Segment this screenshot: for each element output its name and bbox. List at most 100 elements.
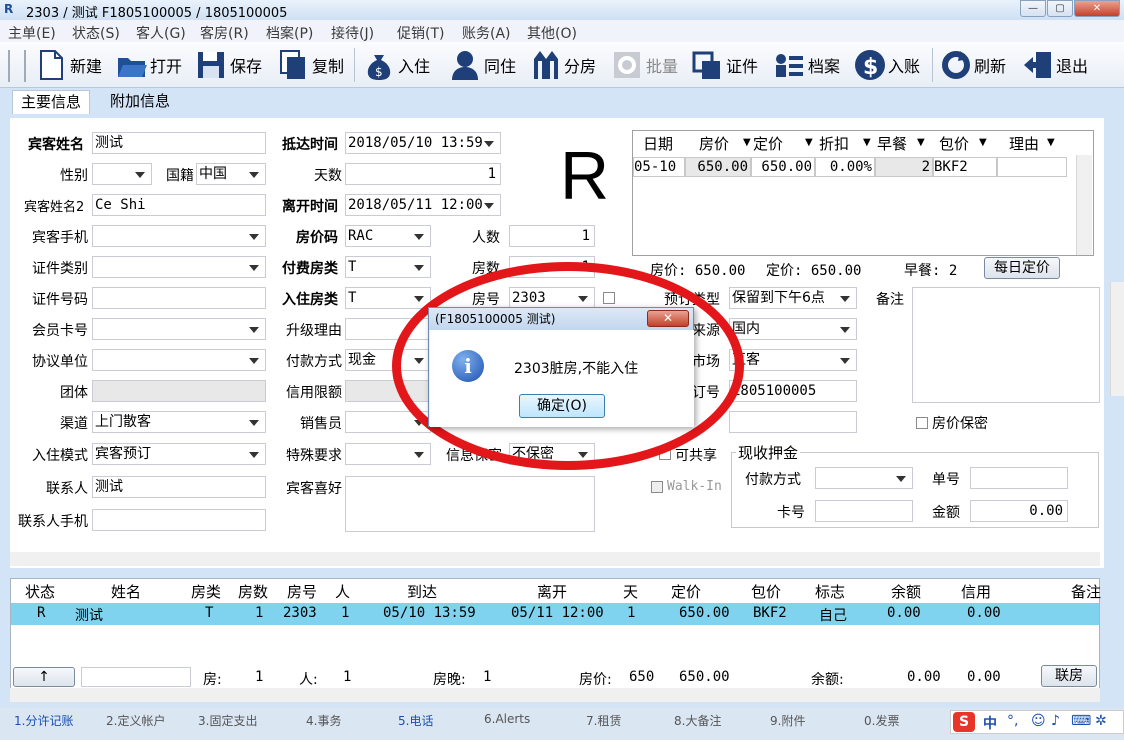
contact-mobile-input[interactable]: [92, 509, 266, 531]
rate-col-breakfast[interactable]: 早餐: [877, 133, 907, 155]
table-row[interactable]: R 测试 T 1 2303 1 05/10 13:59 05/11 12:00 …: [11, 603, 1099, 625]
arrival-datetime[interactable]: 2018/05/10 13:59: [345, 132, 501, 154]
rate-col-rate[interactable]: 房价: [699, 133, 729, 155]
exit-button[interactable]: 退出: [1022, 47, 1088, 83]
deposit-pay-select[interactable]: [815, 467, 913, 489]
ratecode-select[interactable]: RAC: [345, 225, 431, 247]
menu-item-reception[interactable]: 接待(J): [331, 23, 374, 43]
daily-rate-button[interactable]: 每日定价: [984, 257, 1060, 279]
gender-select[interactable]: [92, 163, 152, 185]
checkin-button[interactable]: $ 入住: [364, 47, 430, 83]
deposit-amount-input[interactable]: 0.00: [970, 500, 1068, 522]
ime-mic-icon[interactable]: ♪: [1051, 713, 1060, 729]
idtype-select[interactable]: [92, 256, 266, 278]
id-card-button[interactable]: 证件: [692, 47, 758, 83]
deposit-no-input[interactable]: [970, 467, 1068, 489]
bottom-tab-2[interactable]: 2.定义帐户: [106, 712, 165, 729]
copy-button[interactable]: 复制: [278, 47, 344, 83]
grid-col-arrival[interactable]: 到达: [407, 581, 437, 602]
grid-col-remark[interactable]: 备注: [1071, 581, 1101, 602]
grid-col-roomno[interactable]: 房号: [287, 581, 317, 602]
rate-col-price[interactable]: 定价: [753, 133, 783, 155]
ime-emoji-icon[interactable]: ☺: [1031, 713, 1046, 729]
walkin-checkbox[interactable]: [651, 481, 663, 493]
room-type-select[interactable]: T: [345, 287, 431, 309]
rate-col-package[interactable]: 包价: [939, 133, 969, 155]
paytype-room-select[interactable]: T: [345, 256, 431, 278]
rate-col-date[interactable]: 日期: [643, 133, 673, 155]
ime-lang[interactable]: 中: [983, 713, 997, 733]
ime-keyboard-icon[interactable]: ⌨: [1071, 713, 1091, 729]
bottom-tab-3[interactable]: 3.固定支出: [198, 712, 257, 729]
ime-logo-icon[interactable]: S: [953, 712, 975, 732]
open-button[interactable]: 打开: [116, 47, 182, 83]
bottom-tab-1[interactable]: 1.分许记账: [14, 712, 73, 729]
order-input[interactable]: 1805100005: [729, 380, 857, 402]
market-select[interactable]: 直客: [729, 349, 857, 371]
share-room-button[interactable]: 同住: [450, 47, 516, 83]
menu-item-other[interactable]: 其他(O): [527, 23, 577, 43]
channel-select[interactable]: 上门散客: [92, 411, 266, 433]
mobile-select[interactable]: [92, 225, 266, 247]
rate-cell-package[interactable]: BKF2: [933, 157, 997, 177]
idno-input[interactable]: [92, 287, 266, 309]
grid-col-package[interactable]: 包价: [751, 581, 781, 602]
close-window-button[interactable]: ✕: [1074, 0, 1120, 17]
source-select[interactable]: 国内: [729, 318, 857, 340]
bottom-tab-10[interactable]: 0.发票: [864, 712, 899, 729]
save-button[interactable]: 保存: [196, 47, 262, 83]
profile-button[interactable]: 档案: [774, 47, 840, 83]
split-room-button[interactable]: 分房: [530, 47, 596, 83]
bottom-tab-8[interactable]: 8.大备注: [674, 712, 721, 729]
new-button[interactable]: 新建: [36, 47, 102, 83]
bottom-tab-5[interactable]: 5.电话: [398, 712, 433, 729]
link-room-button[interactable]: 联房: [1041, 665, 1097, 687]
grid-horizontal-scrollbar[interactable]: [10, 688, 1100, 702]
persons-input[interactable]: 1: [509, 225, 595, 247]
menu-item-main[interactable]: 主单(E): [8, 23, 56, 43]
pref-textarea[interactable]: [345, 476, 595, 532]
bottom-tab-6[interactable]: 6.Alerts: [484, 712, 530, 726]
menu-item-room[interactable]: 客房(R): [200, 23, 249, 43]
guest-name2-input[interactable]: Ce Shi: [92, 194, 266, 216]
grid-col-name[interactable]: 姓名: [111, 581, 141, 602]
grid-col-credit[interactable]: 信用: [961, 581, 991, 602]
grid-col-depart[interactable]: 离开: [537, 581, 567, 602]
special-select[interactable]: [345, 443, 431, 465]
grid-col-price[interactable]: 定价: [671, 581, 701, 602]
depart-datetime[interactable]: 2018/05/11 12:00: [345, 194, 501, 216]
rate-col-reason[interactable]: 理由: [1009, 133, 1039, 155]
batch-button[interactable]: 批量: [612, 47, 678, 83]
days-input[interactable]: 1: [345, 163, 501, 185]
grid-col-nights[interactable]: 天: [623, 581, 638, 602]
rate-cell-discount[interactable]: 0.00%: [815, 157, 875, 177]
contact-input[interactable]: 测试: [92, 476, 266, 498]
bottom-tab-9[interactable]: 9.附件: [770, 712, 805, 729]
grid-col-rooms[interactable]: 房数: [238, 581, 268, 602]
bottom-tab-4[interactable]: 4.事务: [306, 712, 341, 729]
maximize-button[interactable]: ▢: [1047, 0, 1073, 17]
extra-code-input[interactable]: [729, 411, 857, 433]
ime-tools-icon[interactable]: ✲: [1095, 713, 1107, 729]
rate-col-discount[interactable]: 折扣: [819, 133, 849, 155]
menu-item-profile[interactable]: 档案(P): [266, 23, 313, 43]
tab-extra-info[interactable]: 附加信息: [102, 90, 178, 114]
grid-filter-input[interactable]: [81, 667, 191, 687]
agreement-select[interactable]: [92, 349, 266, 371]
dialog-close-button[interactable]: ✕: [647, 310, 689, 327]
menu-item-status[interactable]: 状态(S): [72, 23, 120, 43]
rate-cell-reason[interactable]: [997, 157, 1067, 177]
booking-type-select[interactable]: 保留到下午6点: [729, 287, 857, 309]
minimize-button[interactable]: —: [1020, 0, 1046, 17]
grid-col-balance[interactable]: 余额: [891, 581, 921, 602]
refresh-button[interactable]: 刷新: [940, 47, 1006, 83]
menu-item-guest[interactable]: 客人(G): [136, 23, 186, 43]
ime-punct-icon[interactable]: °,: [1007, 713, 1018, 729]
grid-col-roomtype[interactable]: 房类: [191, 581, 221, 602]
menu-item-accounts[interactable]: 账务(A): [462, 23, 511, 43]
guest-name-input[interactable]: 测试: [92, 132, 266, 154]
mode-select[interactable]: 宾客预订: [92, 443, 266, 465]
rate-cell-price[interactable]: 650.00: [751, 157, 815, 177]
grid-col-persons[interactable]: 人: [335, 581, 350, 602]
grid-col-flag[interactable]: 标志: [815, 581, 845, 602]
